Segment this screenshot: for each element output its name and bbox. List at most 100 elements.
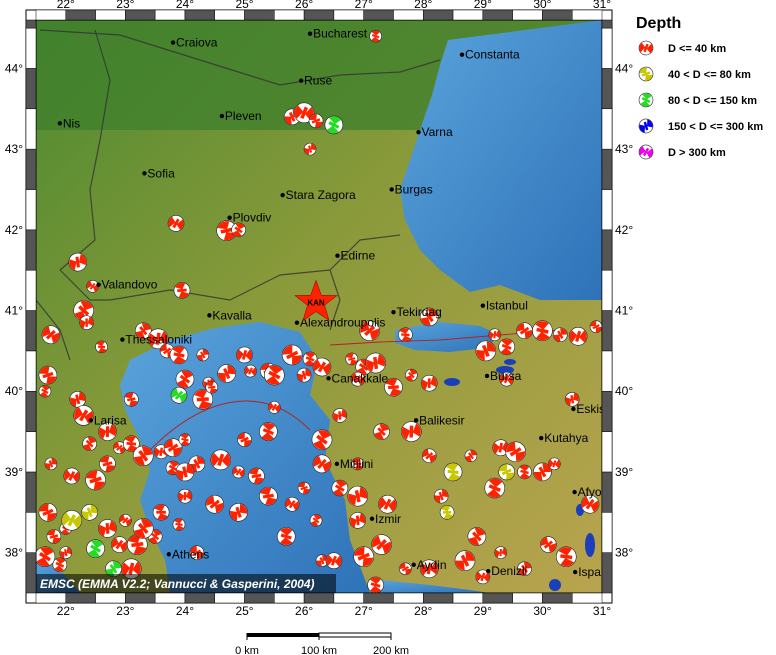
city-dot: [294, 320, 300, 325]
lon-tick-top: 26°: [295, 0, 313, 11]
city-label: Balikesir: [419, 413, 464, 427]
city-label: Pleven: [225, 109, 262, 123]
lon-tick-top: 27°: [355, 0, 373, 11]
lon-tick-bottom: 29°: [474, 604, 492, 618]
city: Izmir: [369, 512, 401, 526]
lon-tick-bottom: 26°: [295, 604, 313, 618]
city-dot: [298, 78, 304, 83]
city-dot: [391, 309, 396, 315]
city-dot: [227, 215, 232, 220]
city-dot: [572, 569, 578, 575]
focal-mechanism: [399, 562, 412, 576]
city: Canakkale: [326, 371, 389, 385]
city-label: Tekirdag: [396, 305, 441, 319]
city-dot: [120, 337, 125, 342]
city-label: Alexandroupolis: [300, 316, 385, 330]
city-label: Sofia: [147, 166, 175, 180]
city: Edirne: [335, 249, 375, 263]
city: Kutahya: [539, 431, 589, 445]
city-label: Nis: [63, 116, 80, 130]
legend-symbol: [638, 92, 654, 108]
lat-tick-left: 44°: [5, 61, 23, 75]
city-label: Plovdiv: [233, 211, 272, 225]
lat-tick-right: 38°: [615, 546, 633, 560]
legend-label: 40 < D <= 80 km: [668, 69, 751, 81]
lon-tick-bottom: 31°: [593, 604, 611, 618]
city-dot: [413, 418, 419, 423]
city-dot: [411, 562, 416, 567]
city: Burgas: [389, 182, 433, 196]
city-label: Valandovo: [102, 278, 158, 292]
city-label: Kutahya: [544, 431, 588, 445]
city: Valandovo: [96, 278, 158, 292]
scale-label-1: 100 km: [301, 645, 337, 655]
lat-tick-left: 42°: [5, 223, 23, 237]
city-label: Mitilini: [340, 457, 373, 471]
city-dot: [166, 552, 172, 557]
lat-tick-left: 40°: [5, 384, 23, 398]
city-dot: [96, 282, 101, 287]
city: Istanbul: [480, 299, 528, 313]
city-label: Craiova: [176, 36, 218, 50]
focal-mechanism: [454, 550, 476, 572]
city: Athens: [166, 547, 209, 561]
focal-mechanism: [196, 348, 210, 362]
city-dot: [207, 313, 212, 318]
city-dot: [326, 376, 331, 381]
city-label: Aydin: [417, 558, 447, 572]
city-dot: [88, 418, 94, 423]
city-label: Burgas: [395, 182, 433, 196]
legend-title: Depth: [636, 15, 681, 32]
lon-tick-bottom: 24°: [176, 604, 194, 618]
city: Balikesir: [413, 413, 464, 427]
city-label: Bucharest: [313, 27, 368, 41]
focal-mechanism: [552, 327, 568, 343]
lon-tick-top: 30°: [533, 0, 551, 11]
city: Pleven: [219, 109, 262, 123]
city-dot: [539, 435, 544, 441]
city: Thessaloniki: [120, 333, 192, 347]
epicenter-label: KAN: [307, 298, 325, 307]
lon-tick-top: 23°: [116, 0, 134, 11]
city-label: Bursa: [490, 369, 522, 383]
city-label: Denizli: [491, 564, 527, 578]
city-label: Ruse: [304, 74, 332, 88]
city-dot: [57, 121, 63, 126]
legend-symbol: [638, 118, 654, 134]
city-label: Istanbul: [486, 299, 528, 313]
legend-label: D <= 40 km: [668, 43, 726, 55]
lat-tick-right: 43°: [615, 142, 633, 156]
city-dot: [334, 461, 340, 467]
city-label: Kavalla: [212, 308, 252, 322]
lat-tick-left: 41°: [5, 304, 23, 318]
lon-tick-bottom: 22°: [57, 604, 75, 618]
lat-tick-left: 39°: [5, 465, 23, 479]
lon-tick-bottom: 27°: [355, 604, 373, 618]
scale-segment-2: [318, 632, 392, 638]
city-label: Stara Zagora: [286, 188, 356, 202]
focal-mechanism: [589, 320, 602, 333]
city: Varna: [416, 125, 453, 139]
city-dot: [335, 253, 340, 258]
city-dot: [307, 31, 313, 36]
scale-label-2: 200 km: [373, 645, 409, 655]
city-label: Constanta: [465, 48, 520, 62]
legend-label: 150 < D <= 300 km: [668, 121, 763, 133]
city: Bucharest: [307, 27, 368, 41]
lat-tick-right: 44°: [615, 61, 633, 75]
legend-symbol: [638, 66, 654, 82]
city: Plovdiv: [227, 211, 271, 225]
city: Larisa: [88, 413, 127, 427]
legend-symbol: [638, 40, 654, 56]
city: Kavalla: [207, 308, 252, 322]
city: Alexandroupolis: [294, 316, 385, 330]
credit-box: EMSC (EMMA V2.2; Vannucci & Gasperini, 2…: [36, 574, 336, 593]
focal-mechanism: [237, 432, 252, 447]
city-dot: [219, 113, 225, 119]
lon-tick-top: 28°: [414, 0, 432, 11]
city: Bursa: [484, 369, 522, 383]
lon-tick-bottom: 28°: [414, 604, 432, 618]
city-label: Athens: [172, 547, 209, 561]
city-dot: [486, 569, 491, 574]
lon-tick-top: 29°: [474, 0, 492, 11]
